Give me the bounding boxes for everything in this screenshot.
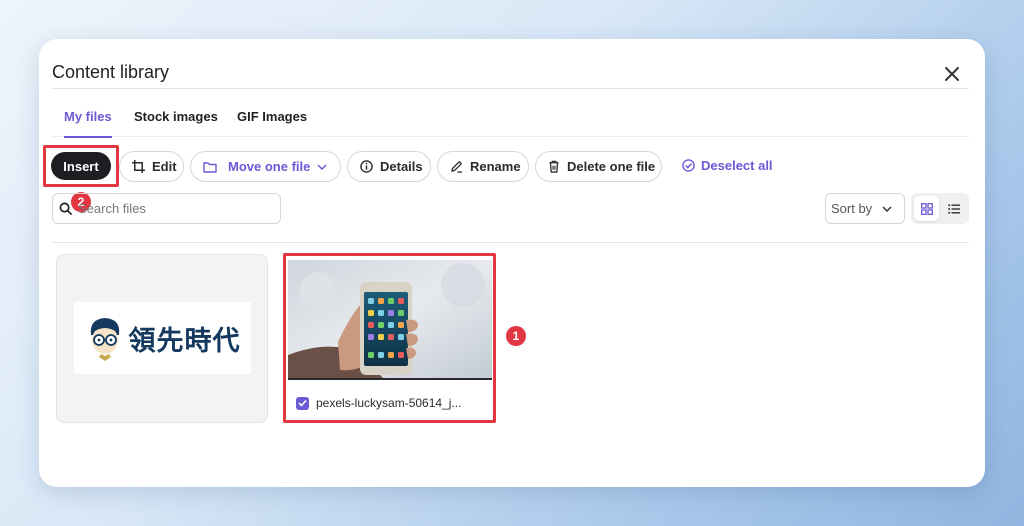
folder-icon — [203, 161, 217, 173]
search-input[interactable] — [78, 201, 268, 216]
move-file-dropdown[interactable]: Move one file — [190, 151, 341, 182]
file-card-selected[interactable]: pexels-luckysam-50614_j... — [288, 260, 492, 419]
deselect-all-button[interactable]: Deselect all — [682, 158, 773, 173]
sort-dropdown[interactable]: Sort by — [825, 193, 905, 224]
phone-in-hand-photo — [288, 260, 492, 378]
file-thumbnail — [288, 260, 492, 378]
chevron-down-icon — [882, 205, 892, 212]
rename-button[interactable]: Rename — [437, 151, 529, 182]
trash-icon — [549, 160, 559, 173]
edit-button[interactable]: Edit — [119, 151, 184, 182]
sort-label: Sort by — [831, 201, 873, 216]
grid-icon — [920, 202, 933, 215]
search-field[interactable] — [52, 193, 281, 224]
crop-icon — [132, 160, 145, 173]
logo-text: 領先時代 — [128, 325, 241, 357]
checkmark-icon — [298, 399, 307, 407]
file-checkbox[interactable] — [296, 396, 309, 410]
check-circle-icon — [682, 159, 695, 172]
info-icon — [360, 160, 373, 173]
close-icon — [945, 67, 959, 81]
title-divider — [52, 88, 969, 89]
step-badge-1: 1 — [506, 326, 526, 346]
file-thumbnail: 領先時代 — [74, 302, 251, 374]
pencil-icon — [451, 161, 463, 173]
dialog-title: Content library — [52, 62, 170, 82]
delete-file-button[interactable]: Delete one file — [535, 151, 662, 182]
edit-label: Edit — [152, 159, 177, 174]
file-card[interactable]: 領先時代 — [56, 254, 268, 423]
close-button[interactable] — [941, 63, 963, 85]
content-library-dialog: Content library My files Stock images GI… — [39, 39, 985, 487]
rename-label: Rename — [470, 159, 521, 174]
search-icon — [59, 202, 72, 215]
tab-bar: My files Stock images GIF Images — [52, 99, 969, 138]
insert-button[interactable]: Insert — [51, 152, 111, 180]
tab-gif-images[interactable]: GIF Images — [237, 109, 307, 136]
cartoon-face-logo-icon — [90, 318, 119, 361]
deselect-all-label: Deselect all — [701, 158, 773, 173]
list-icon — [947, 203, 960, 214]
tab-my-files[interactable]: My files — [64, 109, 112, 138]
thumbnail-divider — [288, 378, 492, 380]
content-divider — [52, 242, 969, 243]
tab-stock-images[interactable]: Stock images — [134, 109, 218, 136]
file-label: pexels-luckysam-50614_j... — [296, 396, 461, 410]
move-file-label: Move one file — [228, 159, 311, 174]
chevron-down-icon — [317, 163, 327, 170]
details-label: Details — [380, 159, 423, 174]
file-name: pexels-luckysam-50614_j... — [316, 396, 462, 410]
list-view-button[interactable] — [941, 196, 966, 221]
view-toggle — [911, 193, 969, 224]
grid-view-button[interactable] — [914, 196, 939, 221]
details-button[interactable]: Details — [347, 151, 431, 182]
delete-file-label: Delete one file — [567, 159, 656, 174]
